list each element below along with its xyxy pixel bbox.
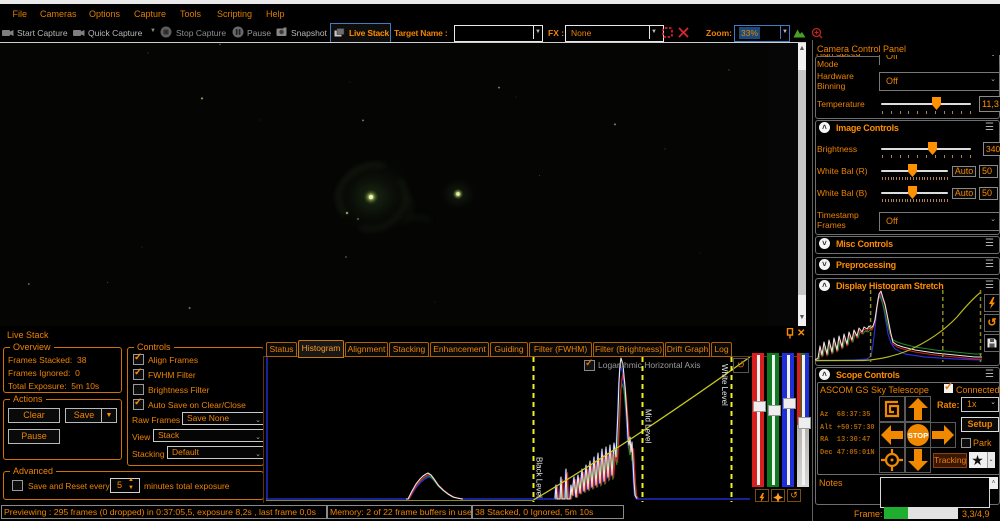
svg-text:Mid Level: Mid Level (644, 409, 653, 443)
svg-text:Black Level: Black Level (535, 457, 544, 498)
svg-text:White Level: White Level (720, 364, 729, 406)
svg-text:STOP: STOP (907, 431, 927, 440)
